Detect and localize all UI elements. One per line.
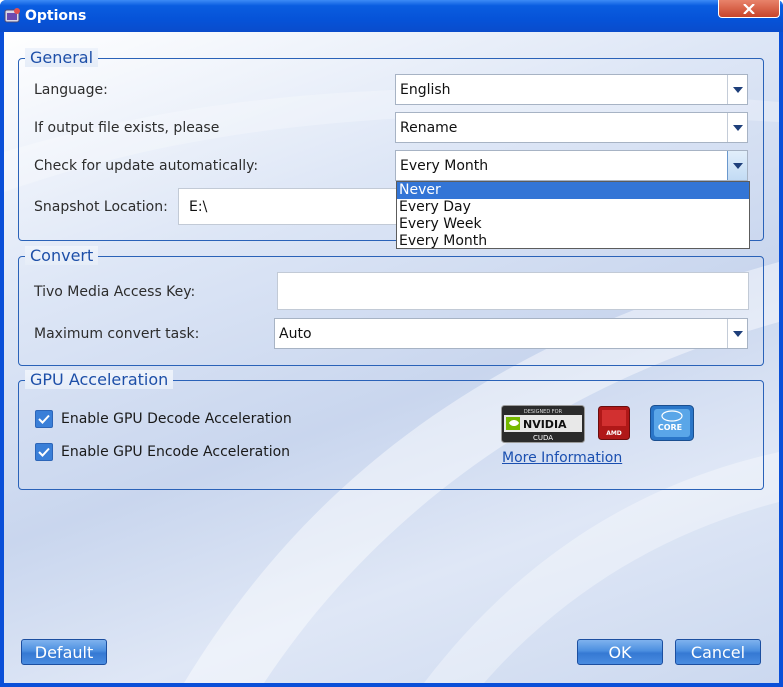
gpu-decode-option[interactable]: Enable GPU Decode Acceleration: [35, 410, 292, 428]
intel-core-logo: CORE: [650, 405, 694, 441]
tivo-key-label: Tivo Media Access Key:: [34, 284, 196, 300]
language-label: Language:: [34, 82, 108, 98]
snapshot-label: Snapshot Location:: [34, 199, 168, 215]
output-exists-value: Rename: [400, 119, 458, 136]
chevron-down-icon: [732, 86, 743, 93]
gpu-decode-label: Enable GPU Decode Acceleration: [61, 411, 292, 427]
chevron-down-icon: [732, 330, 743, 337]
update-value: Every Month: [400, 157, 489, 174]
update-option-never[interactable]: Never: [397, 182, 749, 199]
snapshot-location-input[interactable]: E:\: [178, 188, 398, 225]
update-select[interactable]: Every Month: [395, 150, 748, 181]
snapshot-location-value: E:\: [189, 198, 208, 215]
general-legend: General: [25, 48, 99, 67]
language-select[interactable]: English: [395, 74, 748, 105]
max-convert-label: Maximum convert task:: [34, 326, 200, 342]
app-icon: [4, 8, 20, 23]
update-option-every-week[interactable]: Every Week: [397, 216, 749, 233]
language-dropdown-arrow[interactable]: [727, 75, 747, 104]
amd-logo: AMD: [598, 406, 630, 440]
ok-button[interactable]: OK: [577, 639, 663, 665]
close-button[interactable]: [718, 0, 780, 18]
gpu-encode-option[interactable]: Enable GPU Encode Acceleration: [35, 443, 290, 461]
update-option-every-month[interactable]: Every Month: [397, 233, 749, 250]
checkmark-icon: [38, 414, 50, 424]
svg-text:DESIGNED FOR: DESIGNED FOR: [524, 409, 563, 415]
update-dropdown-arrow[interactable]: [727, 151, 747, 180]
language-value: English: [400, 81, 451, 98]
window-title: Options: [25, 8, 87, 24]
chevron-down-icon: [732, 162, 743, 169]
output-exists-dropdown-arrow[interactable]: [727, 113, 747, 142]
update-dropdown-list: Never Every Day Every Week Every Month: [396, 181, 750, 249]
svg-text:CUDA: CUDA: [533, 434, 553, 442]
checkmark-icon: [38, 447, 50, 457]
gpu-decode-checkbox[interactable]: [35, 410, 53, 428]
options-window: Options General Language: English If out…: [0, 0, 783, 687]
nvidia-cuda-logo: NVIDIA DESIGNED FOR CUDA: [501, 405, 585, 443]
close-icon: [743, 3, 755, 14]
title-bar[interactable]: Options: [0, 0, 783, 32]
output-exists-label: If output file exists, please: [34, 120, 220, 136]
cancel-button[interactable]: Cancel: [675, 639, 761, 665]
gpu-encode-checkbox[interactable]: [35, 443, 53, 461]
gpu-encode-label: Enable GPU Encode Acceleration: [61, 444, 291, 460]
tivo-key-input[interactable]: [277, 272, 749, 310]
output-exists-select[interactable]: Rename: [395, 112, 748, 143]
max-convert-select[interactable]: Auto: [274, 318, 748, 349]
more-information-link[interactable]: More Information: [502, 450, 622, 466]
gpu-legend: GPU Acceleration: [25, 370, 174, 389]
dialog-body: General Language: English If output file…: [4, 32, 779, 683]
svg-text:AMD: AMD: [606, 430, 622, 437]
svg-text:CORE: CORE: [658, 423, 682, 432]
default-button[interactable]: Default: [21, 639, 107, 665]
svg-text:NVIDIA: NVIDIA: [523, 418, 567, 431]
max-convert-value: Auto: [279, 325, 312, 342]
chevron-down-icon: [732, 124, 743, 131]
update-option-every-day[interactable]: Every Day: [397, 199, 749, 216]
update-label: Check for update automatically:: [34, 158, 259, 174]
max-convert-dropdown-arrow[interactable]: [727, 319, 747, 348]
convert-legend: Convert: [25, 246, 99, 265]
